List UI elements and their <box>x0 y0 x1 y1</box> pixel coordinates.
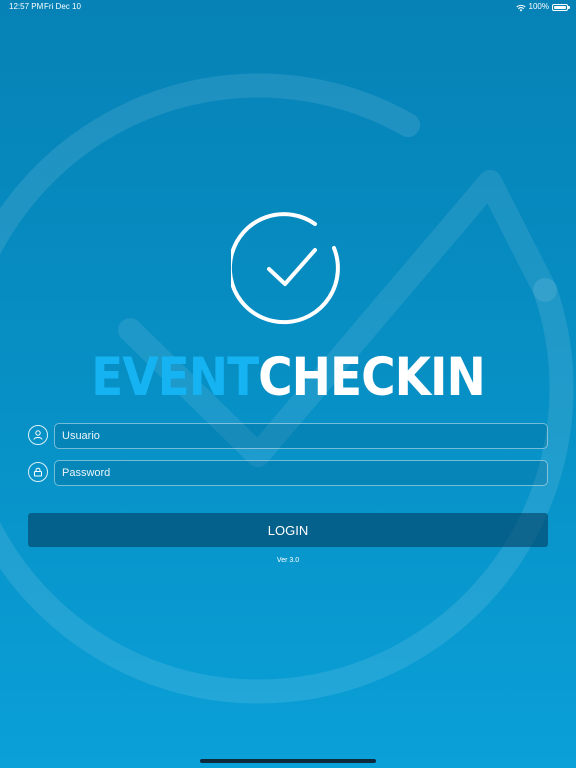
check-circle-icon <box>231 212 340 325</box>
app-wordmark: EVENT CHECKIN <box>88 346 488 408</box>
version-label: Ver 3.0 <box>276 557 300 564</box>
lock-icon <box>28 462 48 482</box>
home-indicator[interactable] <box>200 759 376 763</box>
wordmark-event: EVENT <box>91 346 259 408</box>
login-button[interactable]: LOGIN <box>28 513 548 547</box>
wordmark-checkin: CHECKIN <box>258 346 486 408</box>
username-input[interactable] <box>54 423 548 449</box>
password-input[interactable] <box>54 460 548 486</box>
user-icon <box>28 425 48 445</box>
password-row <box>28 460 548 486</box>
username-row <box>28 423 548 449</box>
